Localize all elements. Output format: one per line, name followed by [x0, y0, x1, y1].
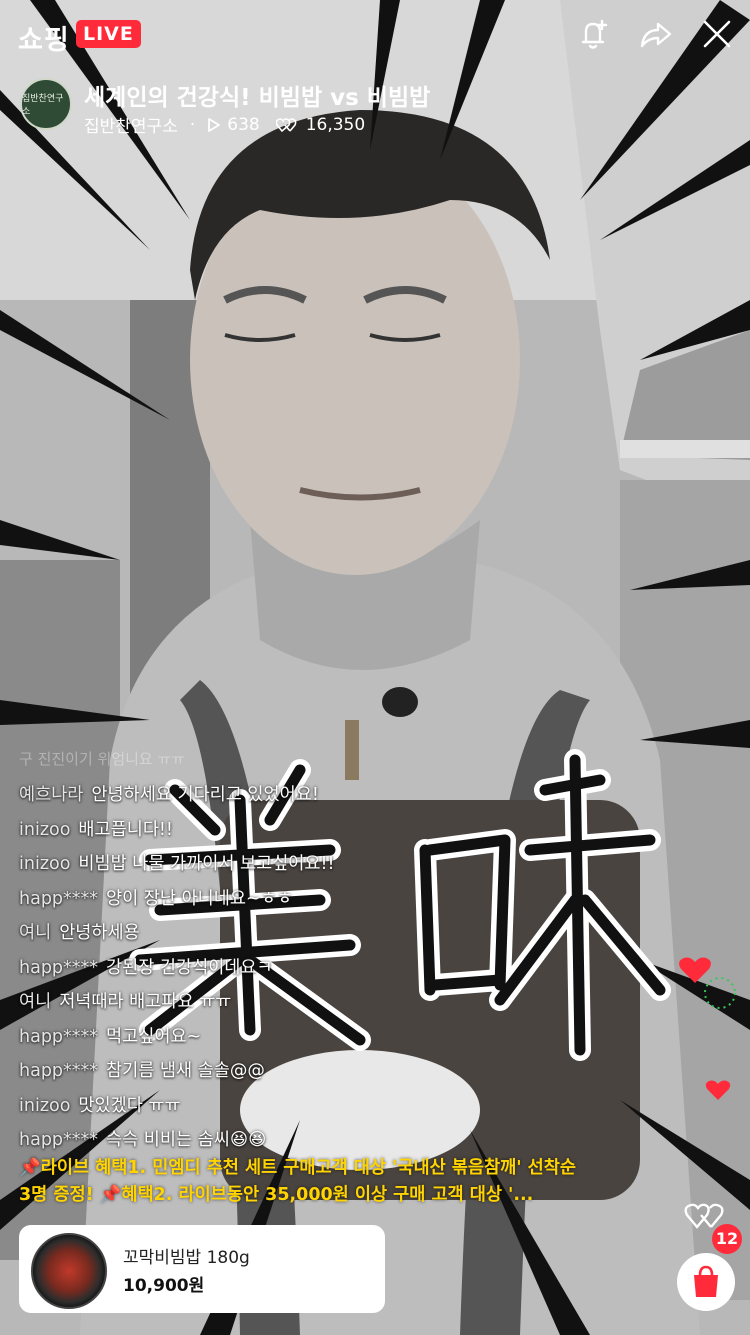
chat-user: happ****: [19, 1061, 99, 1081]
chat-text: 비빔밥 나물 가까이서 보고싶어요!!: [78, 854, 335, 874]
like-count: 16,350: [305, 114, 366, 135]
chat-message: happ**** 참기름 냄새 솔솔@@: [19, 1054, 619, 1089]
meta-separator: ·: [189, 114, 196, 135]
channel-info: 집반찬연구소 세계인의 건강식! 비빔밥 vs 비빔밥 집반찬연구소 · 638…: [20, 78, 740, 138]
chat-message: 예흐나라 안녕하세요 기다리고 있었어요!: [19, 778, 619, 813]
chat-user: inizoo: [19, 1095, 71, 1116]
chat-text: 안녕하세요 기다리고 있었어요!: [91, 785, 319, 805]
chat-user: happ****: [19, 957, 99, 978]
view-count: 638: [227, 114, 260, 135]
avatar-text: 집반찬연구소: [22, 94, 64, 117]
chat-user: inizoo: [19, 819, 71, 840]
chat-message: happ**** 슥슥 비비는 솜씨😆😆: [19, 1123, 619, 1158]
product-thumbnail: [31, 1233, 107, 1309]
chat-text: 참기름 냄새 솔솔@@: [106, 1061, 265, 1081]
top-bar: 쇼핑 LIVE: [0, 0, 750, 72]
shopping-bag-button[interactable]: [677, 1253, 735, 1311]
live-benefit-notice[interactable]: 📌라이브 혜택1. 민엠디 추천 세트 구매고객 대상 '국내산 볶음참깨' 선…: [19, 1155, 579, 1209]
cart-count-badge: 12: [712, 1224, 742, 1254]
chat-text: 안녕하세용: [59, 923, 140, 943]
chat-message: happ**** 양이 장난 아니네요~ㅎㅎ: [19, 882, 619, 917]
like-hearts-icon: [275, 117, 297, 132]
chat-user: happ****: [19, 1026, 99, 1047]
stream-meta: 집반찬연구소 · 638 16,350: [84, 112, 366, 138]
share-icon[interactable]: [638, 16, 674, 52]
chat-user: happ****: [19, 1130, 99, 1150]
chat-text: 강된장 건강식이네요ㅋ: [106, 957, 273, 978]
chat-message: inizoo 맛있겠다 ㅠㅠ: [19, 1089, 619, 1124]
product-price: 10,900원: [123, 1276, 205, 1296]
chat-list: 예흐나라 안녕하세요 기다리고 있었어요! inizoo 배고픕니다!! inizo…: [19, 778, 619, 1158]
heart-float-icon: [705, 1080, 731, 1100]
live-stream-view: 쇼핑 LIVE 집반찬연구소 세계인의 건강식! 비빔밥 vs 비빔밥 집반찬연…: [0, 0, 750, 1335]
channel-avatar[interactable]: 집반찬연구소: [20, 78, 72, 130]
live-badge: LIVE: [76, 20, 141, 48]
shopping-brand: 쇼핑: [18, 25, 70, 56]
chat-text: 배고픕니다!!: [78, 819, 173, 840]
chat-user: 여니: [19, 923, 52, 943]
stream-title: 세계인의 건강식! 비빔밥 vs 비빔밥: [84, 85, 431, 111]
chat-message: happ**** 먹고싶어요~: [19, 1020, 619, 1055]
shopping-bag-icon: [694, 1265, 718, 1297]
chat-text: 슥슥 비비는 솜씨😆😆: [106, 1130, 267, 1150]
chat-text: 먹고싶어요~: [106, 1026, 202, 1047]
chat-message: happ**** 강된장 건강식이네요ㅋ: [19, 951, 619, 986]
chat-faded-line: 구 진진이기 위엄니요 ㅠㅠ: [19, 750, 186, 768]
chat-user: 예흐나라: [19, 785, 84, 805]
close-icon[interactable]: [699, 16, 735, 52]
chat-text: 양이 장난 아니네요~ㅎㅎ: [106, 888, 293, 909]
chat-user: happ****: [19, 888, 99, 909]
channel-name[interactable]: 집반찬연구소: [84, 112, 178, 137]
chat-message: 여니 저녁때라 배고파요 ㅠㅠ: [19, 985, 619, 1020]
chat-message: 여니 안녕하세용: [19, 916, 619, 951]
chat-user: inizoo: [19, 854, 71, 874]
play-icon: [208, 117, 221, 132]
chat-text: 저녁때라 배고파요 ㅠㅠ: [59, 992, 232, 1012]
bell-plus-icon[interactable]: [575, 16, 611, 52]
product-name: 꼬막비빔밥 180g: [123, 1248, 250, 1268]
product-card[interactable]: 꼬막비빔밥 180g 10,900원: [19, 1225, 385, 1313]
chat-user: 여니: [19, 992, 52, 1012]
chat-message: inizoo 배고픕니다!!: [19, 813, 619, 848]
sparkle-ring-icon: [704, 977, 736, 1009]
chat-message: inizoo 비빔밥 나물 가까이서 보고싶어요!!: [19, 847, 619, 882]
chat-text: 맛있겠다 ㅠㅠ: [78, 1095, 181, 1116]
